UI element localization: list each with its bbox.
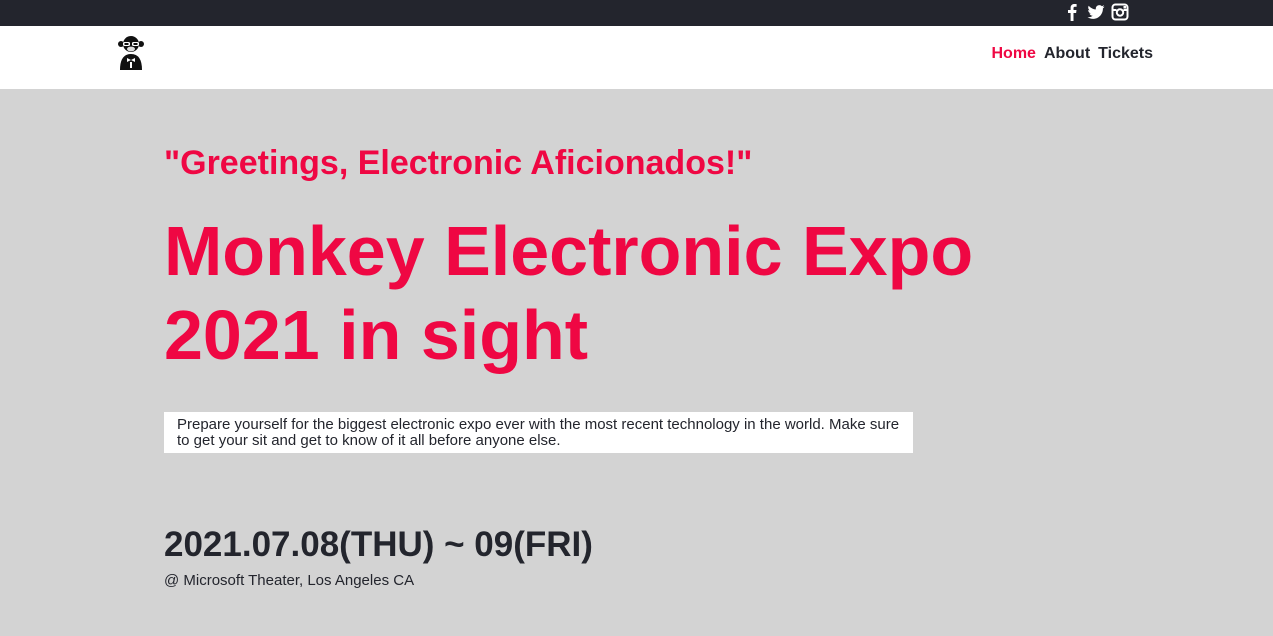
event-venue: @ Microsoft Theater, Los Angeles CA — [164, 572, 415, 589]
site-logo[interactable] — [114, 34, 148, 72]
facebook-link[interactable] — [1063, 3, 1081, 21]
twitter-icon — [1087, 5, 1105, 19]
facebook-icon — [1068, 4, 1077, 21]
monkey-logo-icon — [118, 36, 144, 70]
hero-headline: Monkey Electronic Expo 2021 in sight — [164, 212, 974, 374]
main-nav: Home About Tickets — [991, 45, 1153, 63]
instagram-link[interactable] — [1111, 3, 1129, 21]
nav-home-link[interactable]: Home — [991, 45, 1035, 63]
event-date: 2021.07.08(THU) ~ 09(FRI) — [164, 525, 593, 564]
social-links — [1063, 3, 1129, 21]
nav-tickets-link[interactable]: Tickets — [1098, 45, 1153, 63]
instagram-icon — [1111, 3, 1129, 21]
hero-greeting: "Greetings, Electronic Aficionados!" — [164, 144, 753, 182]
twitter-link[interactable] — [1087, 3, 1105, 21]
top-bar — [0, 0, 1273, 26]
hero-description: Prepare yourself for the biggest electro… — [164, 412, 913, 453]
nav-about-link[interactable]: About — [1044, 45, 1090, 63]
main-navbar: Home About Tickets — [0, 26, 1273, 89]
